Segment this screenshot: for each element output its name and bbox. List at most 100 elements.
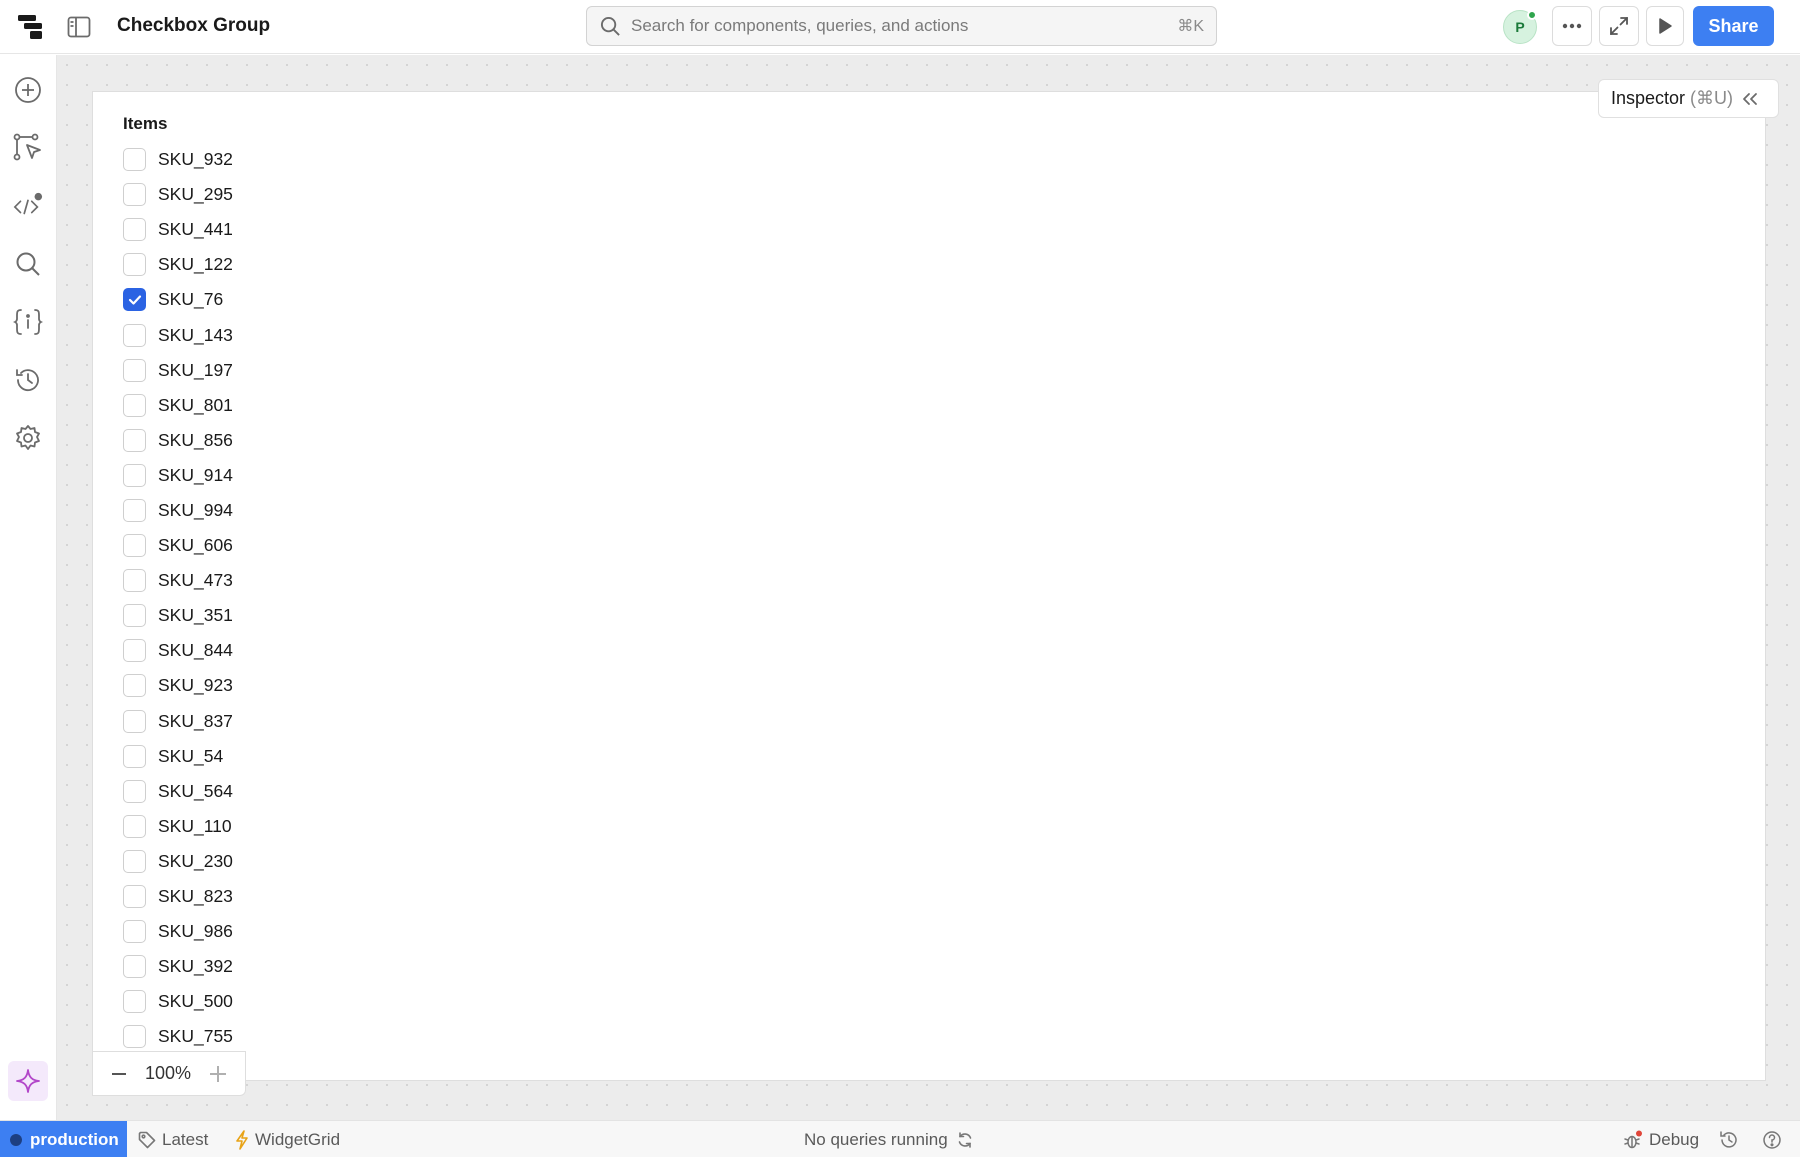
checkbox[interactable] bbox=[123, 463, 146, 487]
checkbox[interactable] bbox=[123, 814, 146, 838]
checkbox[interactable] bbox=[123, 955, 146, 979]
ai-assistant-button[interactable] bbox=[8, 1061, 48, 1101]
checkbox[interactable] bbox=[123, 323, 146, 347]
search-shortcut: ⌘K bbox=[1177, 18, 1204, 35]
help-icon[interactable] bbox=[1762, 1121, 1782, 1157]
checkbox-option[interactable]: SKU_564 bbox=[123, 774, 233, 809]
settings-gear-icon[interactable] bbox=[13, 423, 43, 453]
checkbox[interactable] bbox=[123, 569, 146, 593]
checkbox[interactable] bbox=[123, 498, 146, 522]
bug-icon bbox=[1623, 1130, 1643, 1150]
checkbox[interactable] bbox=[123, 885, 146, 909]
checkbox-option[interactable]: SKU_914 bbox=[123, 458, 233, 493]
sidebar-toggle-icon[interactable] bbox=[66, 14, 92, 40]
checkbox-option-label: SKU_197 bbox=[158, 359, 233, 380]
checkbox-option-label: SKU_923 bbox=[158, 675, 233, 696]
checkbox-option[interactable]: SKU_986 bbox=[123, 914, 233, 949]
checkbox[interactable] bbox=[123, 288, 146, 312]
debug-button[interactable]: Debug bbox=[1623, 1121, 1699, 1157]
checkbox[interactable] bbox=[123, 779, 146, 803]
checkbox-option[interactable]: SKU_76 bbox=[123, 282, 233, 317]
history-clock-icon[interactable] bbox=[13, 365, 43, 395]
checkbox-option-label: SKU_295 bbox=[158, 184, 233, 205]
zoom-out-button[interactable] bbox=[111, 1066, 127, 1082]
checkbox-option[interactable]: SKU_856 bbox=[123, 423, 233, 458]
query-status: No queries running bbox=[804, 1121, 973, 1157]
checkbox[interactable] bbox=[123, 990, 146, 1014]
checkbox[interactable] bbox=[123, 148, 146, 172]
sparkle-icon bbox=[15, 1068, 41, 1094]
checkbox-option[interactable]: SKU_351 bbox=[123, 598, 233, 633]
more-options-button[interactable] bbox=[1552, 6, 1592, 46]
checkbox-option[interactable]: SKU_755 bbox=[123, 1019, 233, 1054]
checkbox-option-label: SKU_823 bbox=[158, 886, 233, 907]
checkbox-option[interactable]: SKU_110 bbox=[123, 809, 233, 844]
app-frame[interactable]: Items SKU_932 SKU_295 SKU_441 SKU_122 SKU_76… bbox=[92, 91, 1766, 1081]
checkbox-option-label: SKU_844 bbox=[158, 640, 233, 661]
checkbox[interactable] bbox=[123, 1025, 146, 1049]
checkbox[interactable] bbox=[123, 253, 146, 277]
checkbox-option-label: SKU_856 bbox=[158, 429, 233, 450]
checkbox[interactable] bbox=[123, 849, 146, 873]
widget-label: WidgetGrid bbox=[255, 1129, 341, 1149]
checkbox[interactable] bbox=[123, 709, 146, 733]
app-logo-icon[interactable] bbox=[16, 12, 46, 42]
checkbox-option[interactable]: SKU_295 bbox=[123, 177, 233, 212]
share-button[interactable]: Share bbox=[1693, 6, 1774, 46]
checkbox[interactable] bbox=[123, 920, 146, 944]
inspector-toggle[interactable]: Inspector (⌘U) bbox=[1598, 79, 1779, 118]
zoom-in-button[interactable] bbox=[209, 1065, 227, 1083]
version-tag[interactable]: Latest bbox=[138, 1121, 208, 1157]
checkbox[interactable] bbox=[123, 744, 146, 768]
checkbox[interactable] bbox=[123, 639, 146, 663]
search-input[interactable] bbox=[631, 16, 1178, 36]
checkbox-option[interactable]: SKU_392 bbox=[123, 949, 233, 984]
checkbox[interactable] bbox=[123, 358, 146, 382]
checkbox-option[interactable]: SKU_54 bbox=[123, 739, 233, 774]
checkbox-option[interactable]: SKU_844 bbox=[123, 633, 233, 668]
tag-icon bbox=[138, 1131, 156, 1149]
refresh-icon[interactable] bbox=[957, 1131, 973, 1148]
code-icon[interactable] bbox=[13, 191, 43, 221]
checkbox-option[interactable]: SKU_837 bbox=[123, 704, 233, 739]
checkbox[interactable] bbox=[123, 428, 146, 452]
widget-indicator[interactable]: WidgetGrid bbox=[235, 1121, 340, 1157]
version-label: Latest bbox=[162, 1129, 209, 1149]
environment-badge[interactable]: production bbox=[0, 1121, 127, 1157]
left-rail bbox=[0, 55, 57, 1120]
checkbox-option[interactable]: SKU_823 bbox=[123, 879, 233, 914]
checkbox[interactable] bbox=[123, 183, 146, 207]
checkbox[interactable] bbox=[123, 393, 146, 417]
checkbox-option[interactable]: SKU_500 bbox=[123, 984, 233, 1019]
history-icon[interactable] bbox=[1719, 1121, 1739, 1157]
checkbox-option[interactable]: SKU_801 bbox=[123, 388, 233, 423]
workflow-cursor-icon[interactable] bbox=[13, 133, 43, 163]
checkbox-option[interactable]: SKU_606 bbox=[123, 528, 233, 563]
search-icon[interactable] bbox=[13, 249, 43, 279]
checkbox-option[interactable]: SKU_923 bbox=[123, 668, 233, 703]
checkbox[interactable] bbox=[123, 534, 146, 558]
checkbox-option[interactable]: SKU_197 bbox=[123, 353, 233, 388]
page-title[interactable]: Checkbox Group bbox=[117, 14, 270, 38]
checkbox[interactable] bbox=[123, 218, 146, 242]
lightning-icon bbox=[235, 1129, 249, 1150]
checkbox-option[interactable]: SKU_230 bbox=[123, 844, 233, 879]
canvas[interactable]: Items SKU_932 SKU_295 SKU_441 SKU_122 SKU_76… bbox=[57, 55, 1800, 1120]
avatar[interactable]: P bbox=[1503, 10, 1537, 44]
checkbox-option[interactable]: SKU_122 bbox=[123, 247, 233, 282]
preview-button[interactable] bbox=[1646, 6, 1684, 46]
add-circle-icon[interactable] bbox=[13, 75, 43, 105]
fullscreen-button[interactable] bbox=[1599, 6, 1639, 46]
checkbox-option[interactable]: SKU_473 bbox=[123, 563, 233, 598]
checkbox-option[interactable]: SKU_441 bbox=[123, 212, 233, 247]
checkbox-option-label: SKU_351 bbox=[158, 605, 233, 626]
checkbox-option[interactable]: SKU_932 bbox=[123, 142, 233, 177]
global-search[interactable]: ⌘K bbox=[586, 6, 1217, 46]
checkbox[interactable] bbox=[123, 604, 146, 628]
checkbox[interactable] bbox=[123, 674, 146, 698]
checkbox-option[interactable]: SKU_143 bbox=[123, 317, 233, 352]
play-icon bbox=[1657, 17, 1673, 35]
checkbox-group[interactable]: SKU_932 SKU_295 SKU_441 SKU_122 SKU_76 SKU_14… bbox=[123, 142, 233, 1054]
state-braces-icon[interactable] bbox=[13, 307, 43, 337]
checkbox-option[interactable]: SKU_994 bbox=[123, 493, 233, 528]
